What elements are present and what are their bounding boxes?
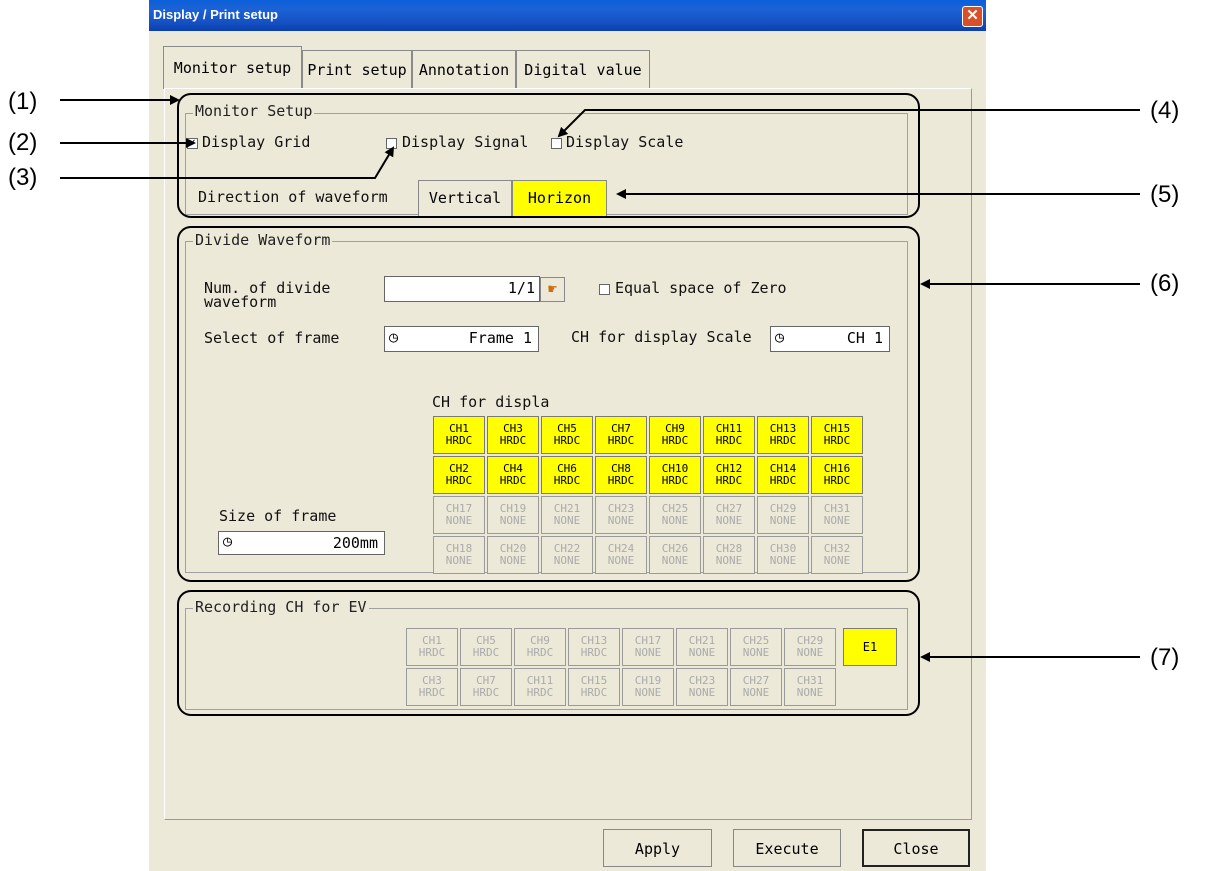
annotation-label-3: (3) — [8, 164, 38, 191]
annotation-label-2: (2) — [8, 129, 38, 156]
annotation-label-1: (1) — [8, 88, 38, 115]
annotation-label-7: (7) — [1150, 644, 1180, 671]
annotation-label-4: (4) — [1150, 97, 1180, 124]
annotation-label-6: (6) — [1150, 270, 1180, 297]
arrow-3 — [60, 146, 395, 179]
annotation-arrows — [60, 95, 1140, 662]
arrow-4 — [557, 109, 1140, 138]
annotation-label-5: (5) — [1150, 181, 1180, 208]
